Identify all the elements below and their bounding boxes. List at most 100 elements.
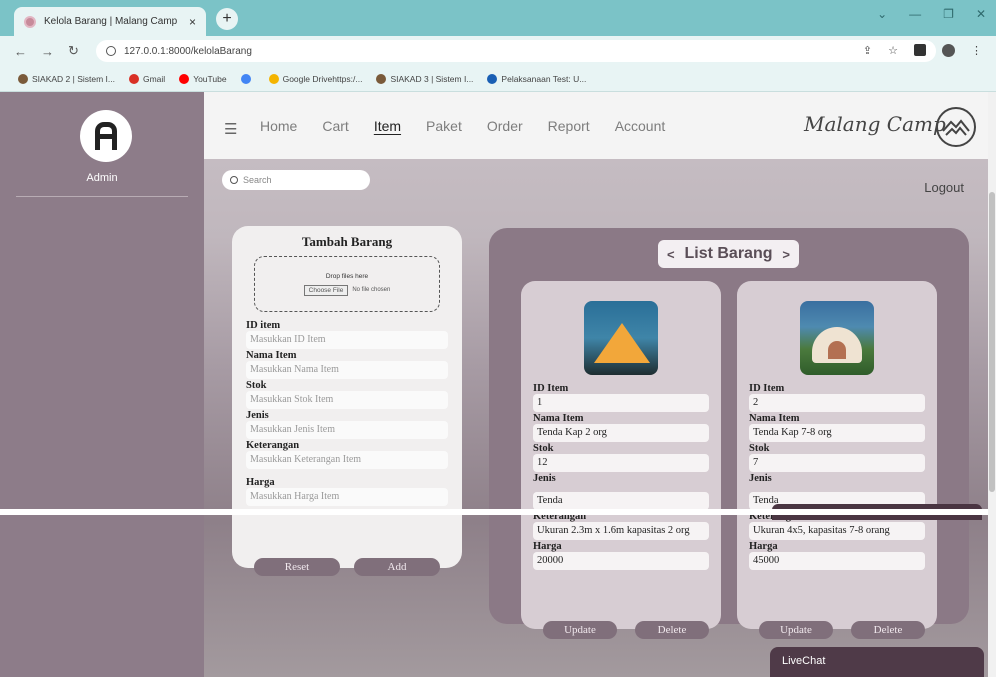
item-stock-value: 7 <box>749 454 925 472</box>
keterangan-label: Keterangan <box>246 440 300 451</box>
nav-cart[interactable]: Cart <box>322 118 348 134</box>
item-stock-value: 12 <box>533 454 709 472</box>
reload-icon[interactable]: ↻ <box>68 43 79 59</box>
livechat-widget[interactable]: LiveChat <box>770 647 984 677</box>
bookmark-favicon-icon <box>240 73 251 84</box>
url-text: 127.0.0.1:8000/kelolaBarang <box>124 45 252 57</box>
bookmark-favicon-icon <box>376 73 387 84</box>
bookmark-star-icon[interactable]: ☆ <box>888 44 898 57</box>
item-price-value: 20000 <box>533 552 709 570</box>
id-item-input[interactable]: Masukkan ID Item <box>246 331 448 349</box>
search-input[interactable]: Search <box>222 170 370 190</box>
delete-button[interactable]: Delete <box>635 621 709 639</box>
delete-button[interactable]: Delete <box>851 621 925 639</box>
item-id-label: ID Item <box>749 383 785 394</box>
bookmark-item[interactable]: YouTube <box>179 73 227 84</box>
nav-order[interactable]: Order <box>487 118 523 134</box>
add-button[interactable]: Add <box>354 558 440 576</box>
item-name-label: Nama Item <box>749 413 800 424</box>
favicon-icon <box>24 15 36 28</box>
bookmark-label: YouTube <box>193 73 227 84</box>
form-title: Tambah Barang <box>301 234 393 249</box>
browser-tab[interactable]: Kelola Barang | Malang Camp × <box>14 7 206 36</box>
mountain-logo-icon <box>936 107 976 147</box>
nama-item-label: Nama Item <box>246 350 297 361</box>
page-scrollbar[interactable] <box>988 92 996 677</box>
harga-label: Harga <box>246 477 275 488</box>
item-type-label: Jenis <box>533 473 556 484</box>
site-info-icon[interactable] <box>106 46 116 56</box>
bookmark-item[interactable]: Pelaksanaan Test: U... <box>487 73 586 84</box>
main-menu: Home Cart Item Paket Order Report Accoun… <box>260 118 665 134</box>
bookmark-item[interactable]: Gmail <box>128 73 166 84</box>
harga-input[interactable]: Masukkan Harga Item <box>246 488 448 506</box>
close-window-icon[interactable]: ✕ <box>976 7 986 21</box>
list-title: List Barang <box>684 245 773 262</box>
prev-page-button[interactable]: < <box>667 247 675 262</box>
item-desc-value: Ukuran 4x5, kapasitas 7-8 orang <box>749 522 925 540</box>
id-item-label: ID item <box>246 320 281 331</box>
nav-paket[interactable]: Paket <box>426 118 462 134</box>
item-name-label: Nama Item <box>533 413 584 424</box>
chevron-down-icon[interactable]: ⌄ <box>877 7 887 21</box>
reset-button[interactable]: Reset <box>254 558 340 576</box>
bookmark-label: Gmail <box>142 73 166 84</box>
item-price-label: Harga <box>533 541 562 552</box>
nav-report[interactable]: Report <box>548 118 590 134</box>
file-chooser: Choose File No file chosen <box>303 284 390 296</box>
minimize-icon[interactable]: — <box>909 7 921 21</box>
share-icon[interactable]: ⇪ <box>863 44 872 57</box>
stok-input[interactable]: Masukkan Stok Item <box>246 391 448 409</box>
nav-account[interactable]: Account <box>615 118 666 134</box>
jenis-input[interactable]: Masukkan Jenis Item <box>246 421 448 439</box>
bookmark-favicon-icon <box>487 73 498 84</box>
keterangan-input[interactable]: Masukkan Keterangan Item <box>246 451 448 469</box>
next-page-button[interactable]: > <box>782 247 790 262</box>
profile-avatar-icon[interactable] <box>942 44 955 57</box>
nama-item-input[interactable]: Masukkan Nama Item <box>246 361 448 379</box>
nav-home[interactable]: Home <box>260 118 297 134</box>
item-stock-label: Stok <box>533 443 554 454</box>
admin-label: Admin <box>86 172 118 184</box>
bookmark-item[interactable] <box>240 73 255 84</box>
admin-logo-bar <box>95 134 117 139</box>
item-type-value: Tenda <box>533 492 709 510</box>
item-image <box>584 301 658 375</box>
item-id-label: ID Item <box>533 383 569 394</box>
restore-icon[interactable]: ❐ <box>943 7 954 21</box>
sidepanel-icon[interactable] <box>914 44 926 56</box>
bookmark-label: SIAKAD 2 | Sistem I... <box>32 73 115 84</box>
item-card: ID Item 1 Nama Item Tenda Kap 2 org Stok… <box>521 281 721 639</box>
new-tab-button[interactable]: + <box>216 8 238 30</box>
nav-item[interactable]: Item <box>374 118 401 134</box>
bookmark-item[interactable]: SIAKAD 2 | Sistem I... <box>18 73 115 84</box>
sidebar: Admin <box>0 92 204 677</box>
browser-tab-strip: Kelola Barang | Malang Camp × + ⌄ — ❐ ✕ <box>0 0 996 36</box>
stok-label: Stok <box>246 380 267 391</box>
list-header: < List Barang > <box>658 240 799 268</box>
close-tab-icon[interactable]: × <box>189 15 196 29</box>
choose-file-button[interactable]: Choose File <box>303 284 349 296</box>
bookmark-item[interactable]: SIAKAD 3 | Sistem I... <box>376 73 473 84</box>
bookmark-favicon-icon <box>18 73 28 84</box>
address-bar-row: ← → ↻ 127.0.0.1:8000/kelolaBarang ⇪ ☆ ⋮ <box>0 36 996 66</box>
update-button[interactable]: Update <box>759 621 833 639</box>
hamburger-menu-icon[interactable]: ☰ <box>224 120 237 138</box>
menu-kebab-icon[interactable]: ⋮ <box>971 44 982 57</box>
item-price-label: Harga <box>749 541 778 552</box>
bookmark-item[interactable]: Google Drivehttps:/... <box>268 73 362 84</box>
item-image <box>800 301 874 375</box>
tent-icon <box>594 323 650 363</box>
item-desc-value: Ukuran 2.3m x 1.6m kapasitas 2 org <box>533 522 709 540</box>
update-button[interactable]: Update <box>543 621 617 639</box>
file-dropzone[interactable]: Drop files here Choose File No file chos… <box>254 256 440 312</box>
render-artifact-band <box>0 509 996 515</box>
search-placeholder: Search <box>243 175 272 185</box>
logout-link[interactable]: Logout <box>924 180 964 195</box>
url-field[interactable]: 127.0.0.1:8000/kelolaBarang <box>96 40 936 62</box>
back-icon[interactable]: ← <box>14 44 27 59</box>
jenis-label: Jenis <box>246 410 269 421</box>
scrollbar-thumb[interactable] <box>989 192 995 492</box>
item-stock-label: Stok <box>749 443 770 454</box>
forward-icon[interactable]: → <box>41 44 54 59</box>
